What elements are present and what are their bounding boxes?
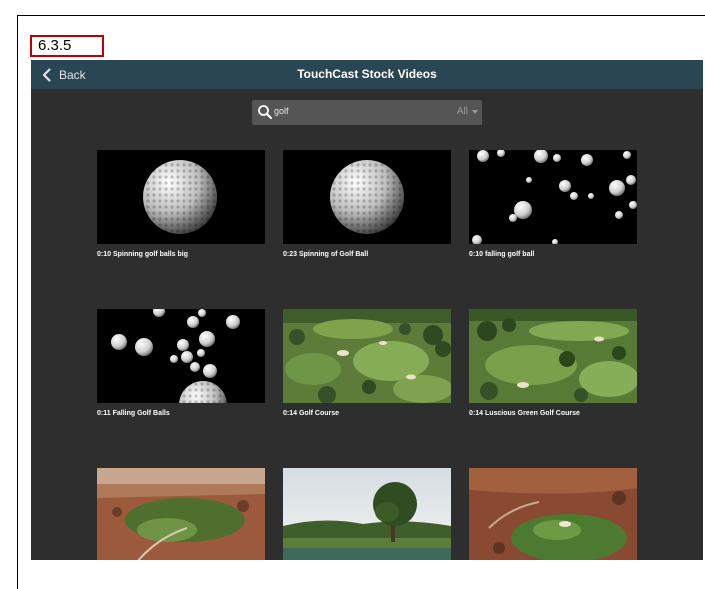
filter-select[interactable]: All — [457, 106, 468, 117]
video-title: falling golf ball — [484, 251, 535, 258]
video-tile[interactable]: 0:14 Golf Course — [283, 309, 451, 417]
video-title: Spinning of Golf Ball — [298, 251, 369, 258]
video-title: Falling Golf Balls — [112, 410, 170, 417]
video-duration: 0:10 — [97, 251, 112, 258]
video-thumbnail[interactable] — [283, 309, 451, 403]
search-icon — [258, 105, 272, 119]
video-title: Luscious Green Golf Course — [484, 410, 580, 417]
caret-down-icon — [472, 110, 478, 114]
video-thumbnail[interactable] — [97, 309, 265, 403]
video-tile[interactable]: 0:23 Spinning of Golf Ball — [283, 150, 451, 258]
video-duration: 0:10 — [469, 251, 484, 258]
video-caption: 0:14 Golf Course — [283, 410, 451, 417]
video-caption: 0:11 Falling Golf Balls — [97, 410, 265, 417]
video-duration: 0:11 — [97, 410, 111, 417]
video-thumbnail[interactable] — [97, 468, 265, 560]
search-bar[interactable]: golf All — [252, 100, 482, 125]
video-tile[interactable]: 0:11 Falling Golf Balls — [97, 309, 265, 417]
video-thumbnail[interactable] — [469, 468, 637, 560]
video-tile[interactable] — [97, 468, 265, 560]
video-caption: 0:10 Spinning golf balls big — [97, 251, 265, 258]
video-tile[interactable]: 0:10 falling golf ball — [469, 150, 637, 258]
video-thumbnail[interactable] — [469, 309, 637, 403]
video-tile[interactable] — [469, 468, 637, 560]
step-label: 6.3.5 — [30, 35, 104, 57]
video-duration: 0:23 — [283, 251, 298, 258]
page-title: TouchCast Stock Videos — [297, 67, 437, 81]
video-duration: 0:14 — [283, 410, 298, 417]
video-thumbnail[interactable] — [283, 150, 451, 244]
video-thumbnail[interactable] — [97, 150, 265, 244]
app-window: Back TouchCast Stock Videos golf All 0:1… — [31, 60, 703, 560]
navigation-bar: Back TouchCast Stock Videos — [31, 60, 703, 89]
video-tile[interactable]: 0:14 Luscious Green Golf Course — [469, 309, 637, 417]
video-caption: 0:14 Luscious Green Golf Course — [469, 410, 637, 417]
video-title: Spinning golf balls big — [112, 251, 189, 258]
video-tile[interactable]: 0:10 Spinning golf balls big — [97, 150, 265, 258]
video-tile[interactable] — [283, 468, 451, 560]
video-thumbnail[interactable] — [283, 468, 451, 560]
video-thumbnail[interactable] — [469, 150, 637, 244]
video-title: Golf Course — [298, 410, 340, 417]
video-caption: 0:23 Spinning of Golf Ball — [283, 251, 451, 258]
search-input[interactable]: golf — [274, 106, 289, 116]
video-caption: 0:10 falling golf ball — [469, 251, 637, 258]
video-duration: 0:14 — [469, 410, 484, 417]
